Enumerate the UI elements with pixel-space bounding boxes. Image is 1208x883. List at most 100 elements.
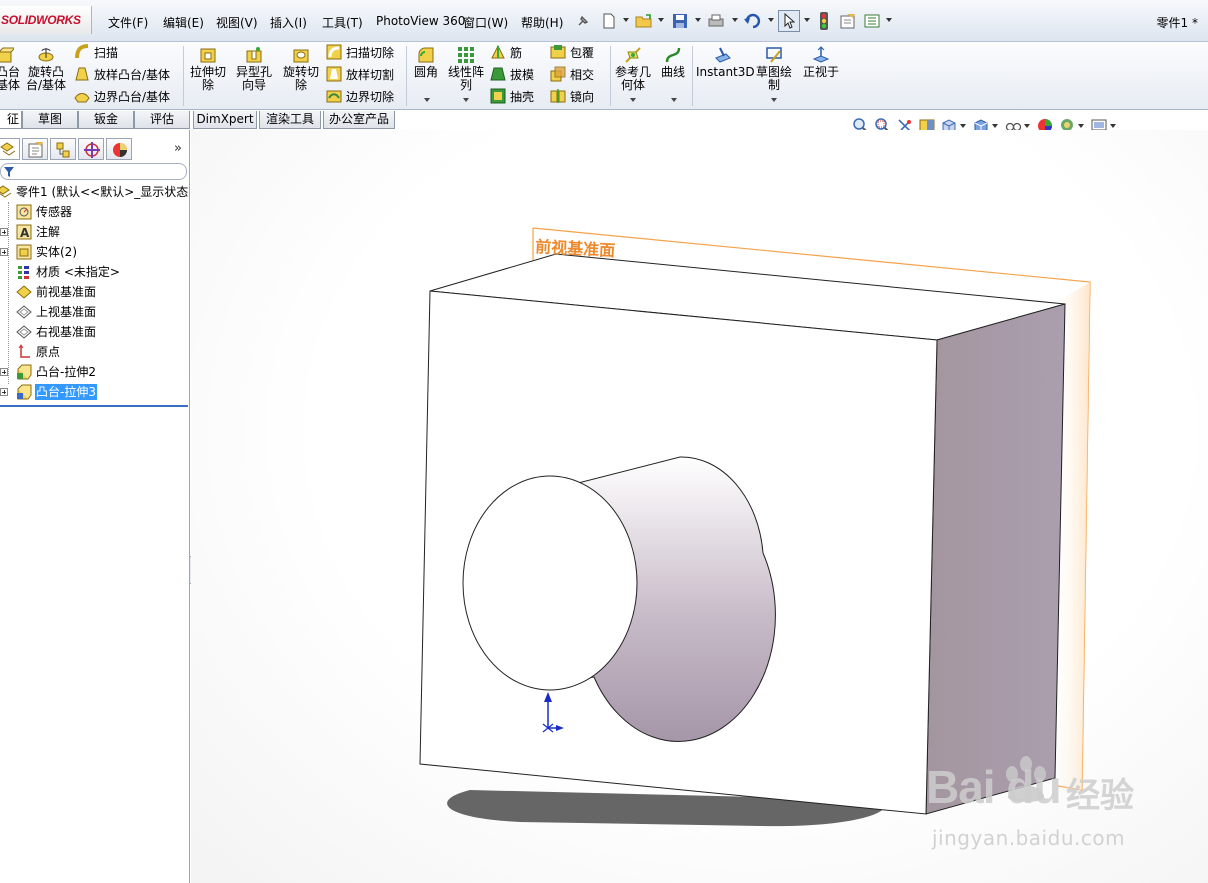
displaymanager-tab[interactable] (106, 138, 132, 160)
sweep-button[interactable]: 扫描 (74, 42, 118, 62)
tab-sheet-metal[interactable]: 钣金 (78, 111, 134, 129)
hide-show-dropdown-icon[interactable] (1024, 124, 1030, 128)
rebuild-traffic-light-icon[interactable] (816, 10, 832, 32)
menu-insert[interactable]: 插入(I) (270, 14, 307, 31)
revolve-cut-button[interactable]: 旋转切 除 (280, 46, 322, 92)
menu-help[interactable]: 帮助(H) (521, 14, 563, 31)
tree-item-top-plane[interactable]: 上视基准面 (0, 302, 188, 322)
print-dropdown-icon[interactable] (732, 18, 738, 22)
hole-wizard-button[interactable]: 异型孔 向导 (233, 46, 275, 92)
curves-dropdown-icon[interactable] (671, 98, 677, 102)
display-style-dropdown-icon[interactable] (992, 124, 998, 128)
expand-icon[interactable] (0, 388, 8, 396)
expand-icon[interactable] (0, 248, 8, 256)
document-title: 零件1 * (1156, 16, 1198, 30)
tree-root-part[interactable]: 零件1 (默认<<默认>_显示状态 (0, 182, 188, 202)
boundary-cut-button[interactable]: 边界切除 (326, 86, 394, 106)
featuremanager-tab[interactable] (0, 138, 20, 160)
draft-button[interactable]: 拔模 (490, 64, 534, 84)
normal-to-button[interactable]: 正视于 (800, 46, 842, 79)
expand-icon[interactable] (0, 368, 8, 376)
tree-item-boss-extrude3[interactable]: 凸台-拉伸3 (0, 382, 188, 402)
mirror-button[interactable]: 镜向 (550, 86, 594, 106)
open-folder-icon[interactable] (634, 10, 654, 32)
tree-item-label: 右视基准面 (36, 325, 97, 339)
separator (610, 46, 611, 106)
tree-item-front-plane[interactable]: 前视基准面 (0, 282, 188, 302)
tree-item-sensors[interactable]: 传感器 (0, 202, 188, 222)
menu-view[interactable]: 视图(V) (216, 14, 258, 31)
view-settings-dropdown-icon[interactable] (1110, 124, 1116, 128)
curves-label: 曲线 (660, 65, 685, 79)
menu-edit[interactable]: 编辑(E) (163, 14, 204, 31)
expand-icon[interactable] (0, 228, 8, 236)
view-orientation-dropdown-icon[interactable] (960, 124, 966, 128)
apply-scene-dropdown-icon[interactable] (1078, 124, 1084, 128)
tab-evaluate[interactable]: 评估 (134, 111, 190, 129)
tab-office-products[interactable]: 办公室产品 (323, 111, 395, 129)
tab-dimxpert[interactable]: DimXpert (193, 111, 257, 129)
tab-features[interactable]: 征 (0, 111, 22, 129)
wrap-button[interactable]: 包覆 (550, 42, 594, 62)
tree-item-annotations[interactable]: A 注解 (0, 222, 188, 242)
print-icon[interactable] (706, 10, 726, 32)
tree-item-origin[interactable]: 原点 (0, 342, 188, 362)
rib-button[interactable]: 筋 (490, 42, 522, 62)
extrude-boss-button[interactable]: 凸台 基体 (0, 46, 20, 92)
shell-button[interactable]: 抽壳 (490, 86, 534, 106)
revolve-boss-label: 旋转凸 台/基体 (25, 65, 67, 92)
menu-file[interactable]: 文件(F) (108, 14, 148, 31)
sketch-drawing-button[interactable]: 草图绘 制 (752, 46, 796, 92)
menu-tools[interactable]: 工具(T) (322, 14, 363, 31)
shell-icon (490, 88, 506, 104)
swept-cut-button[interactable]: 扫描切除 (326, 42, 394, 62)
reference-geometry-button[interactable]: 参考几 何体 (614, 46, 652, 92)
save-icon[interactable] (670, 10, 690, 32)
tab-render-tools[interactable]: 渲染工具 (259, 111, 321, 129)
more-tabs-chevron-icon[interactable]: » (174, 141, 182, 156)
fillet-dropdown-icon[interactable] (424, 98, 430, 102)
tree-item-boss-extrude2[interactable]: 凸台-拉伸2 (0, 362, 188, 382)
propertymanager-tab[interactable] (22, 138, 48, 160)
menu-window[interactable]: 窗口(W) (463, 14, 508, 31)
tree-filter-input[interactable] (0, 163, 187, 180)
save-dropdown-icon[interactable] (695, 18, 701, 22)
tree-item-solid-bodies[interactable]: 实体(2) (0, 242, 188, 262)
front-plane-icon (16, 285, 32, 299)
revolve-boss-button[interactable]: 旋转凸 台/基体 (24, 46, 68, 92)
boundary-boss-button[interactable]: 边界凸台/基体 (74, 86, 170, 106)
new-document-icon[interactable] (600, 10, 618, 32)
curves-button[interactable]: 曲线 (658, 46, 688, 79)
tree-item-material[interactable]: 材质 <未指定> (0, 262, 188, 282)
new-dropdown-icon[interactable] (623, 18, 629, 22)
sketch-dropdown-icon[interactable] (771, 98, 777, 102)
dimxpertmanager-tab[interactable] (78, 138, 104, 160)
draft-icon (490, 67, 506, 81)
options-dropdown-icon[interactable] (886, 18, 892, 22)
extrude-cut-button[interactable]: 拉伸切 除 (188, 46, 228, 92)
undo-dropdown-icon[interactable] (768, 18, 774, 22)
menu-photoview[interactable]: PhotoView 360 (376, 14, 465, 28)
pattern-dropdown-icon[interactable] (463, 98, 469, 102)
mirror-icon (550, 89, 566, 103)
rollback-bar[interactable] (0, 405, 188, 407)
intersect-button[interactable]: 相交 (550, 64, 594, 84)
options-icon[interactable] (862, 10, 882, 32)
file-properties-icon[interactable] (838, 10, 858, 32)
linear-pattern-button[interactable]: 线性阵 列 (446, 46, 486, 92)
pushpin-icon[interactable] (574, 10, 592, 32)
tree-item-right-plane[interactable]: 右视基准面 (0, 322, 188, 342)
lofted-cut-button[interactable]: 放样切割 (326, 64, 394, 84)
undo-icon[interactable] (742, 10, 762, 32)
reference-geometry-dropdown-icon[interactable] (630, 98, 636, 102)
part-icon (0, 185, 12, 198)
fillet-button[interactable]: 圆角 (410, 46, 442, 79)
instant3d-button[interactable]: Instant3D (696, 46, 755, 79)
open-dropdown-icon[interactable] (658, 18, 664, 22)
loft-boss-button[interactable]: 放样凸台/基体 (74, 64, 170, 84)
configurationmanager-tab[interactable] (50, 138, 76, 160)
select-dropdown-icon[interactable] (804, 18, 810, 22)
solidworks-logo[interactable]: SOLIDWORKS (0, 6, 92, 34)
select-pointer-icon[interactable] (778, 10, 800, 32)
tab-sketch[interactable]: 草图 (22, 111, 78, 129)
